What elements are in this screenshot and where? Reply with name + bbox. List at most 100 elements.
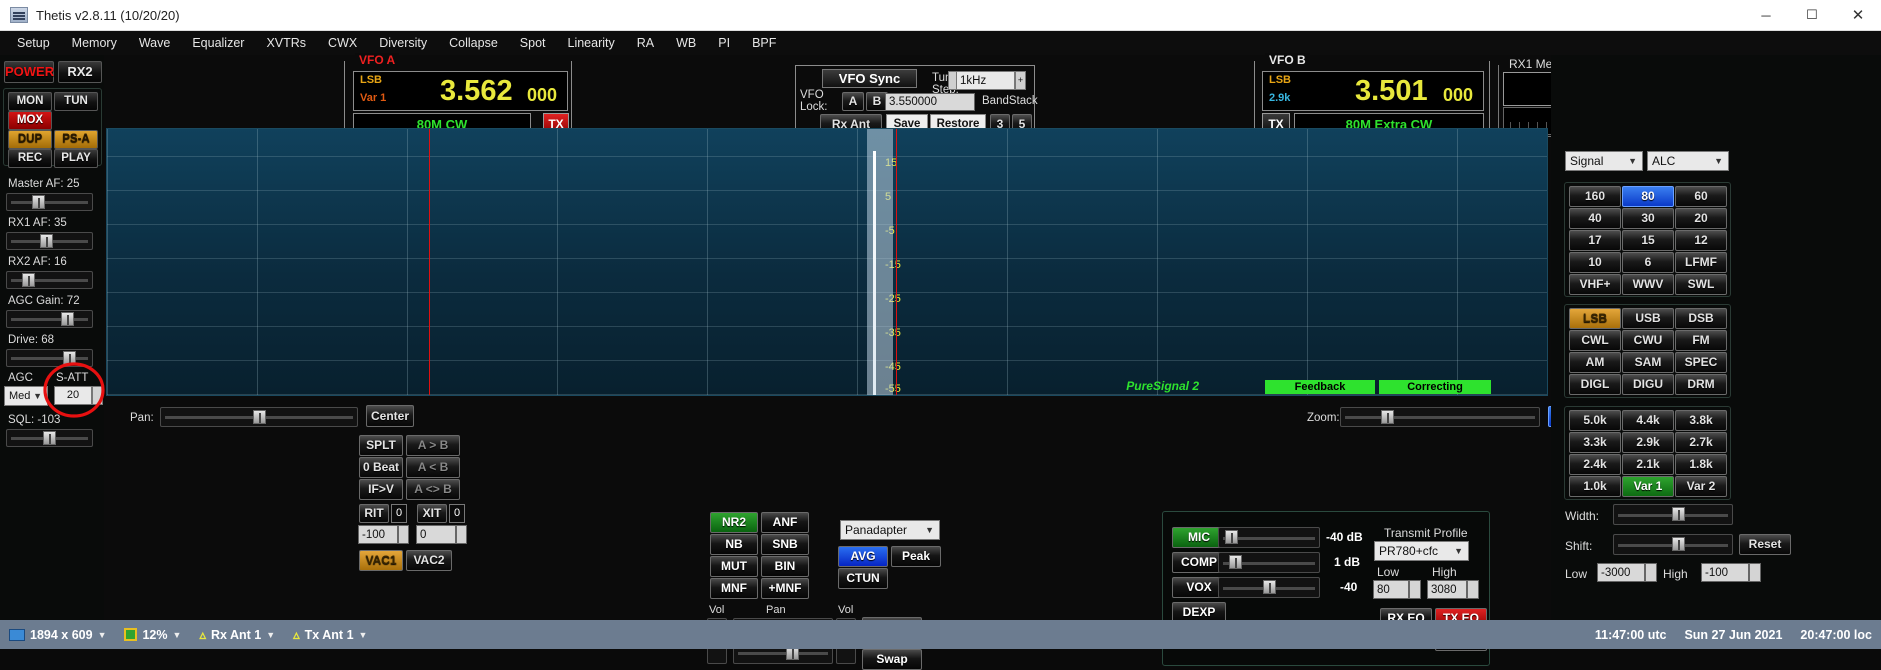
band-wwv-button[interactable]: WWV bbox=[1622, 274, 1674, 295]
vox-slider[interactable] bbox=[1218, 577, 1320, 598]
a-swap-b-button[interactable]: A <> B bbox=[406, 479, 460, 500]
band-15-button[interactable]: 15 bbox=[1622, 230, 1674, 251]
tx-antenna-status[interactable]: ▵ Tx Ant 1 ▼ bbox=[284, 627, 376, 643]
band-60-button[interactable]: 60 bbox=[1675, 186, 1727, 207]
rx1-af-slider[interactable] bbox=[6, 232, 93, 250]
band-vhf-button[interactable]: VHF+ bbox=[1569, 274, 1621, 295]
filter-low-spinner[interactable] bbox=[1645, 563, 1657, 582]
rit-enable-indicator[interactable]: 0 bbox=[391, 504, 407, 523]
mode-am-button[interactable]: AM bbox=[1569, 352, 1621, 373]
band-30-button[interactable]: 30 bbox=[1622, 208, 1674, 229]
mic-slider[interactable] bbox=[1218, 527, 1320, 548]
mode-spec-button[interactable]: SPEC bbox=[1675, 352, 1727, 373]
menu-item-memory[interactable]: Memory bbox=[61, 33, 128, 53]
mode-digl-button[interactable]: DIGL bbox=[1569, 374, 1621, 395]
filter-reset-button[interactable]: Reset bbox=[1739, 534, 1791, 555]
band-17-button[interactable]: 17 bbox=[1569, 230, 1621, 251]
filter-4.4k-button[interactable]: 4.4k bbox=[1622, 410, 1674, 431]
rx2-af-slider[interactable] bbox=[6, 271, 93, 289]
sql-slider[interactable] bbox=[6, 429, 93, 447]
vfo-b-frequency-display[interactable]: LSB 2.9k 3.501 000 bbox=[1262, 71, 1484, 111]
mox-button[interactable]: MOX bbox=[8, 111, 52, 130]
chevron-down-icon[interactable]: ▼ bbox=[359, 630, 368, 640]
mode-dsb-button[interactable]: DSB bbox=[1675, 308, 1727, 329]
close-icon[interactable]: ✕ bbox=[1835, 0, 1881, 31]
panadapter-display[interactable]: 15 5 -5 -15 -25 -35 -45 -55 PureSignal 2… bbox=[106, 128, 1548, 396]
filter-2.4k-button[interactable]: 2.4k bbox=[1569, 454, 1621, 475]
band-lfmf-button[interactable]: LFMF bbox=[1675, 252, 1727, 273]
filter-high-spinner[interactable] bbox=[1749, 563, 1761, 582]
menu-item-cwx[interactable]: CWX bbox=[317, 33, 368, 53]
if-to-vfo-button[interactable]: IF>V bbox=[359, 479, 403, 500]
filter-1.8k-button[interactable]: 1.8k bbox=[1675, 454, 1727, 475]
band-40-button[interactable]: 40 bbox=[1569, 208, 1621, 229]
split-button[interactable]: SPLT bbox=[359, 435, 403, 456]
rec-button[interactable]: REC bbox=[8, 149, 52, 168]
filter-2.7k-button[interactable]: 2.7k bbox=[1675, 432, 1727, 453]
shift-slider[interactable] bbox=[1613, 534, 1733, 555]
cpu-status[interactable]: 12% ▼ bbox=[115, 628, 190, 642]
mode-drm-button[interactable]: DRM bbox=[1675, 374, 1727, 395]
agc-select[interactable]: Med ▼ bbox=[4, 386, 48, 406]
rx2-button[interactable]: RX2 bbox=[58, 61, 102, 83]
band-12-button[interactable]: 12 bbox=[1675, 230, 1727, 251]
mode-sam-button[interactable]: SAM bbox=[1622, 352, 1674, 373]
menu-item-spot[interactable]: Spot bbox=[509, 33, 557, 53]
menu-item-wave[interactable]: Wave bbox=[128, 33, 182, 53]
avg-button[interactable]: AVG bbox=[838, 546, 888, 567]
menu-item-pi[interactable]: PI bbox=[707, 33, 741, 53]
pan-slider[interactable] bbox=[160, 407, 358, 427]
menu-item-linearity[interactable]: Linearity bbox=[557, 33, 626, 53]
s-att-input[interactable]: 20 bbox=[54, 386, 92, 405]
width-slider[interactable] bbox=[1613, 504, 1733, 525]
vac1-button[interactable]: VAC1 bbox=[359, 550, 403, 571]
menu-item-xvtrs[interactable]: XVTRs bbox=[255, 33, 317, 53]
band-6-button[interactable]: 6 bbox=[1622, 252, 1674, 273]
vfo-sync-title[interactable]: VFO Sync bbox=[822, 69, 917, 88]
menu-item-bpf[interactable]: BPF bbox=[741, 33, 787, 53]
vfo-lock-a-button[interactable]: A bbox=[842, 92, 864, 111]
mode-lsb-button[interactable]: LSB bbox=[1569, 308, 1621, 329]
band-10-button[interactable]: 10 bbox=[1569, 252, 1621, 273]
filter-2.9k-button[interactable]: 2.9k bbox=[1622, 432, 1674, 453]
xit-button[interactable]: XIT bbox=[417, 504, 447, 523]
center-button[interactable]: Center bbox=[366, 405, 414, 427]
mode-cwl-button[interactable]: CWL bbox=[1569, 330, 1621, 351]
menu-item-ra[interactable]: RA bbox=[626, 33, 665, 53]
chevron-down-icon[interactable]: ▼ bbox=[173, 630, 182, 640]
bin-button[interactable]: BIN bbox=[761, 556, 809, 577]
tx-low-input[interactable]: 80 bbox=[1373, 580, 1409, 599]
mode-cwu-button[interactable]: CWU bbox=[1622, 330, 1674, 351]
filter-5.0k-button[interactable]: 5.0k bbox=[1569, 410, 1621, 431]
band-160-button[interactable]: 160 bbox=[1569, 186, 1621, 207]
a-to-b-button[interactable]: A > B bbox=[406, 435, 460, 456]
mode-usb-button[interactable]: USB bbox=[1622, 308, 1674, 329]
signal-select[interactable]: Signal ▼ bbox=[1565, 151, 1643, 171]
ctun-button[interactable]: CTUN bbox=[838, 568, 888, 589]
filter-1.0k-button[interactable]: 1.0k bbox=[1569, 476, 1621, 497]
plus-mnf-button[interactable]: +MNF bbox=[761, 578, 809, 599]
mode-fm-button[interactable]: FM bbox=[1675, 330, 1727, 351]
alc-select[interactable]: ALC ▼ bbox=[1647, 151, 1729, 171]
peak-button[interactable]: Peak bbox=[891, 546, 941, 567]
anf-button[interactable]: ANF bbox=[761, 512, 809, 533]
tune-step-select[interactable]: 1kHz bbox=[955, 71, 1015, 90]
transmit-profile-select[interactable]: PR780+cfc ▼ bbox=[1374, 541, 1469, 561]
mon-button[interactable]: MON bbox=[8, 92, 52, 111]
filter-low-input[interactable]: -3000 bbox=[1597, 563, 1645, 582]
mode-digu-button[interactable]: DIGU bbox=[1622, 374, 1674, 395]
rit-spinner[interactable] bbox=[398, 525, 409, 544]
filter-2.1k-button[interactable]: 2.1k bbox=[1622, 454, 1674, 475]
tune-step-down-icon[interactable] bbox=[948, 71, 957, 90]
ps-a-button[interactable]: PS-A bbox=[54, 130, 98, 149]
filter-3.3k-button[interactable]: 3.3k bbox=[1569, 432, 1621, 453]
bandstack-frequency[interactable]: 3.550000 bbox=[885, 93, 975, 111]
a-from-b-button[interactable]: A < B bbox=[406, 457, 460, 478]
xit-enable-indicator[interactable]: 0 bbox=[449, 504, 465, 523]
master-af-slider[interactable] bbox=[6, 193, 93, 211]
menu-item-equalizer[interactable]: Equalizer bbox=[181, 33, 255, 53]
chevron-down-icon[interactable]: ▼ bbox=[98, 630, 107, 640]
filter-var2-button[interactable]: Var 2 bbox=[1675, 476, 1727, 497]
menu-item-setup[interactable]: Setup bbox=[6, 33, 61, 53]
play-button[interactable]: PLAY bbox=[54, 149, 98, 168]
